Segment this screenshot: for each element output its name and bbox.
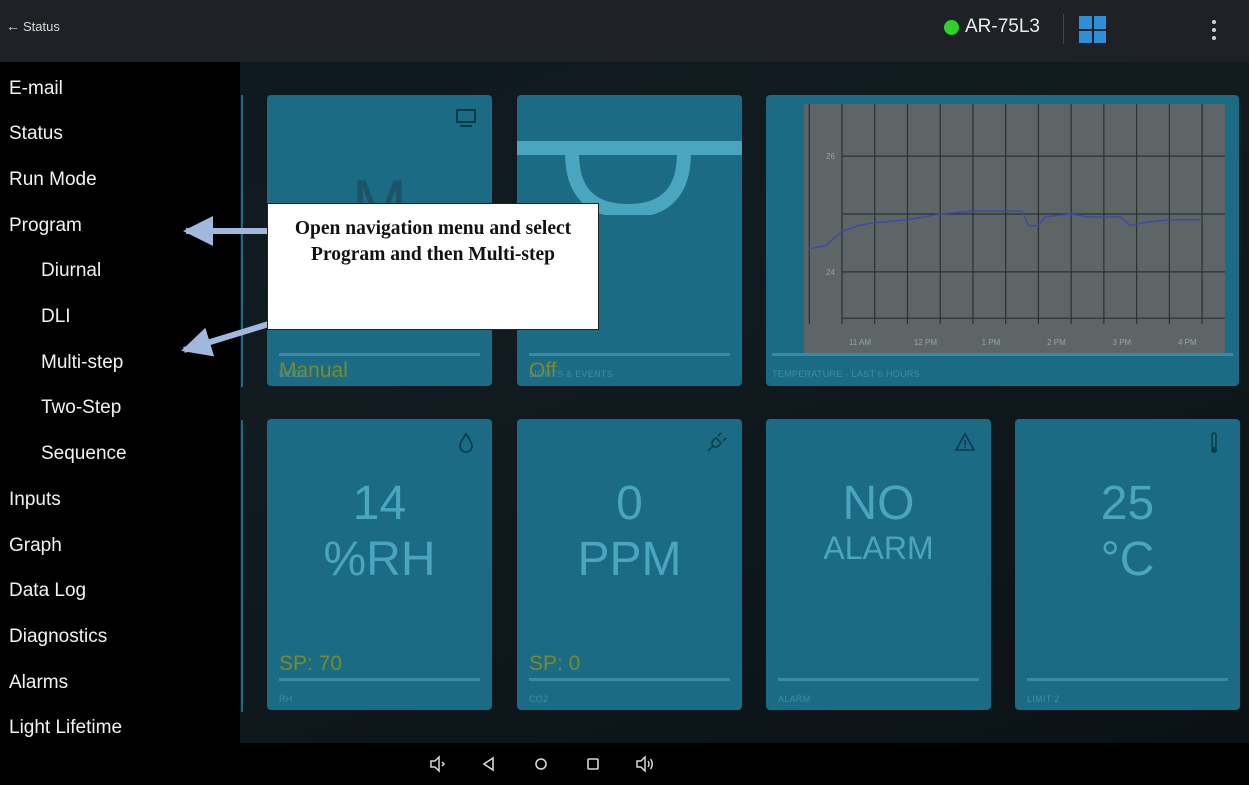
volume-down-icon[interactable] [427, 753, 449, 775]
back-nav-icon[interactable] [478, 753, 500, 775]
volume-up-icon[interactable] [634, 753, 656, 775]
arrow-to-multi-step [181, 320, 273, 357]
annotation-arrows [181, 216, 273, 357]
recent-apps-icon[interactable] [582, 753, 604, 775]
home-nav-icon[interactable] [530, 753, 552, 775]
annotation-callout: Open navigation menu and select Program … [267, 203, 599, 330]
system-navigation-bar [0, 743, 1249, 785]
